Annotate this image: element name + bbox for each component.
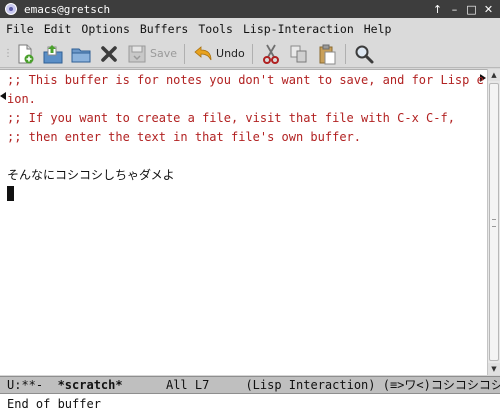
open-file-icon xyxy=(43,44,63,63)
undo-icon xyxy=(194,45,212,60)
buffer-line-2: ion. xyxy=(7,92,36,106)
modeline-buffer-name[interactable]: *scratch* xyxy=(58,378,123,392)
menu-bar: File Edit Options Buffers Tools Lisp-Int… xyxy=(0,18,500,40)
close-x-icon xyxy=(101,45,117,62)
buffer-line-4: ;; then enter the text in that file's ow… xyxy=(7,130,362,144)
keep-above-button[interactable]: ↑ xyxy=(430,2,445,17)
title-bar[interactable]: emacs@gretsch ↑ – □ ✕ xyxy=(0,0,500,18)
modeline-position: All L7 xyxy=(165,378,210,392)
menu-help[interactable]: Help xyxy=(359,18,397,40)
toolbar-separator xyxy=(184,43,186,64)
buffer-text-area[interactable]: ;; This buffer is for notes you don't wa… xyxy=(0,69,500,375)
vertical-scrollbar[interactable]: ▲ ▼ xyxy=(487,69,500,375)
new-file-icon xyxy=(18,44,34,63)
mode-line[interactable]: U:**- *scratch* All L7 (Lisp Interaction… xyxy=(0,376,500,394)
close-buffer-button[interactable] xyxy=(95,42,123,66)
toolbar-grip-icon[interactable]: ⋮ xyxy=(3,44,13,64)
window-title: emacs@gretsch xyxy=(24,2,111,16)
copy-icon xyxy=(290,45,307,62)
open-file-button[interactable] xyxy=(39,42,67,66)
buffer-line-5 xyxy=(7,147,485,166)
menu-lisp-interaction[interactable]: Lisp-Interaction xyxy=(238,18,359,40)
minimize-button[interactable]: – xyxy=(447,2,462,17)
echo-area[interactable]: End of buffer xyxy=(0,394,500,416)
echo-message: End of buffer xyxy=(7,397,101,411)
scroll-down-arrow-icon[interactable]: ▼ xyxy=(488,363,500,375)
scrollbar-thumb[interactable] xyxy=(489,83,499,361)
save-label: Save xyxy=(150,47,178,60)
toolbar-separator xyxy=(344,43,346,64)
menu-options[interactable]: Options xyxy=(76,18,134,40)
buffer-line-3: ;; If you want to create a file, visit t… xyxy=(7,111,455,125)
cut-button[interactable] xyxy=(257,42,285,66)
menu-edit[interactable]: Edit xyxy=(39,18,77,40)
menu-file[interactable]: File xyxy=(0,18,39,40)
modeline-status: U:**- xyxy=(7,378,44,392)
window-controls: ↑ – □ ✕ xyxy=(428,2,496,17)
buffer-line-1: ;; This buffer is for notes you don't wa… xyxy=(7,73,485,87)
magnifier-icon xyxy=(355,45,374,63)
scissors-icon xyxy=(262,44,279,64)
menu-tools[interactable]: Tools xyxy=(193,18,238,40)
save-button[interactable]: Save xyxy=(123,42,180,66)
buffer-line-7 xyxy=(7,185,485,204)
save-icon xyxy=(128,45,146,62)
text-cursor xyxy=(7,186,14,201)
toolbar: ⋮ Save Undo xyxy=(0,40,500,68)
buffer-text[interactable]: ;; This buffer is for notes you don't wa… xyxy=(7,71,485,375)
scroll-up-arrow-icon[interactable]: ▲ xyxy=(488,69,500,81)
paste-button[interactable] xyxy=(313,42,341,66)
modeline-mode[interactable]: (Lisp Interaction) (≡>ワ<)コシコシコシ xyxy=(245,378,500,392)
paste-icon xyxy=(319,44,336,64)
open-directory-button[interactable] xyxy=(67,42,95,66)
buffer-line-6: そんなにコシコシしちゃダメよ xyxy=(7,168,175,182)
undo-label: Undo xyxy=(216,47,245,60)
folder-icon xyxy=(71,48,91,62)
menu-buffers[interactable]: Buffers xyxy=(135,18,193,40)
undo-button[interactable]: Undo xyxy=(189,42,248,66)
line-wrap-left-icon xyxy=(0,92,6,100)
search-button[interactable] xyxy=(350,42,378,66)
close-button[interactable]: ✕ xyxy=(481,2,496,17)
new-file-button[interactable] xyxy=(11,42,39,66)
emacs-app-icon[interactable] xyxy=(5,3,17,15)
copy-button[interactable] xyxy=(285,42,313,66)
toolbar-separator xyxy=(251,43,253,64)
maximize-button[interactable]: □ xyxy=(464,2,479,17)
